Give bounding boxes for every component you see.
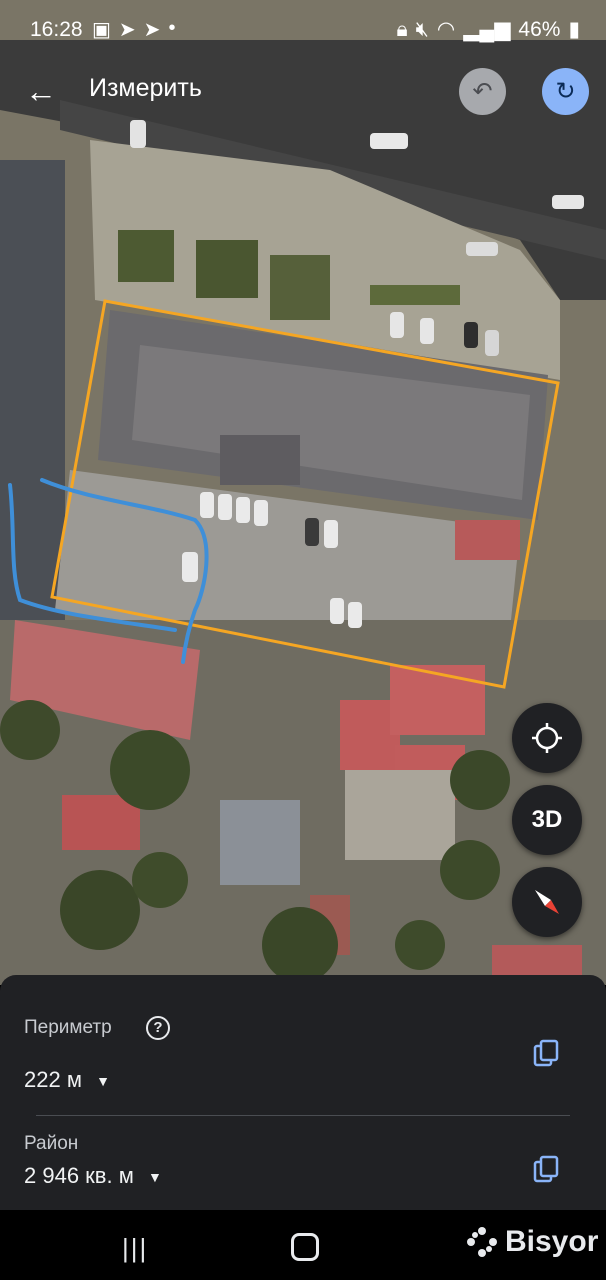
telegram-icon-2: ➤ <box>143 19 161 41</box>
area-value[interactable]: 2 946 кв. м ▼ <box>24 1163 162 1189</box>
notification-icons: ▣ ➤ ➤ • <box>92 17 175 42</box>
dot-icon: • <box>168 17 176 39</box>
copy-area-icon[interactable] <box>532 1154 562 1184</box>
undo-button[interactable]: ↶ <box>459 68 506 115</box>
system-icons: 🔒︎ 🔇︎ ◠ ▂▄▆ 46% ▮ <box>396 17 580 42</box>
redo-icon: ↻ <box>555 78 576 105</box>
dropdown-icon: ▼ <box>147 1169 162 1186</box>
battery-icon: ▮ <box>568 18 580 41</box>
area-value-text: 2 946 кв. м <box>24 1163 134 1188</box>
watermark-text: Bisyor <box>505 1225 599 1258</box>
perimeter-label: Периметр <box>24 1017 112 1038</box>
dropdown-icon: ▼ <box>96 1073 110 1090</box>
signal-icon: ▂▄▆ <box>463 18 511 41</box>
map-imagery <box>0 0 606 985</box>
telegram-icon: ➤ <box>118 19 136 41</box>
watermark: Bisyor <box>465 1225 598 1259</box>
undo-icon: ↶ <box>472 78 493 105</box>
system-nav-bar: ||| Bisyor <box>0 1210 606 1280</box>
perimeter-value-text: 222 м <box>24 1067 82 1092</box>
recents-button[interactable]: ||| <box>122 1233 148 1264</box>
app-bar: ← Измерить ↶ ↻ <box>0 58 606 124</box>
satellite-map[interactable] <box>0 0 606 985</box>
copy-perimeter-icon[interactable] <box>532 1038 562 1068</box>
perimeter-value[interactable]: 222 м ▼ <box>24 1067 110 1093</box>
divider <box>36 1115 570 1116</box>
battery-percent: 46% <box>518 17 561 41</box>
redo-button[interactable]: ↻ <box>542 68 589 115</box>
compass-icon <box>535 890 559 914</box>
my-location-button[interactable] <box>512 703 582 773</box>
back-button[interactable]: ← <box>20 70 62 112</box>
area-label: Район <box>24 1133 79 1154</box>
bisyor-logo-icon <box>467 1227 497 1257</box>
crosshair-icon <box>532 723 562 753</box>
image-icon: ▣ <box>92 19 111 41</box>
threed-label: 3D <box>531 806 563 833</box>
lock-icon: 🔒︎ <box>396 17 408 41</box>
measurement-sheet: Периметр ? 222 м ▼ Район 2 946 кв. м ▼ <box>0 975 606 1210</box>
arrow-left-icon: ← <box>25 73 57 109</box>
status-bar: 16:28 ▣ ➤ ➤ • 🔒︎ 🔇︎ ◠ ▂▄▆ 46% ▮ <box>0 0 606 58</box>
toggle-3d-button[interactable]: 3D <box>512 785 582 855</box>
home-button[interactable] <box>291 1233 319 1261</box>
help-icon[interactable]: ? <box>146 1016 170 1040</box>
wifi-icon: ◠ <box>436 18 456 41</box>
page-title: Измерить <box>89 74 202 102</box>
compass-button[interactable] <box>512 867 582 937</box>
mute-icon: 🔇︎ <box>415 17 429 41</box>
status-time: 16:28 <box>30 18 83 41</box>
